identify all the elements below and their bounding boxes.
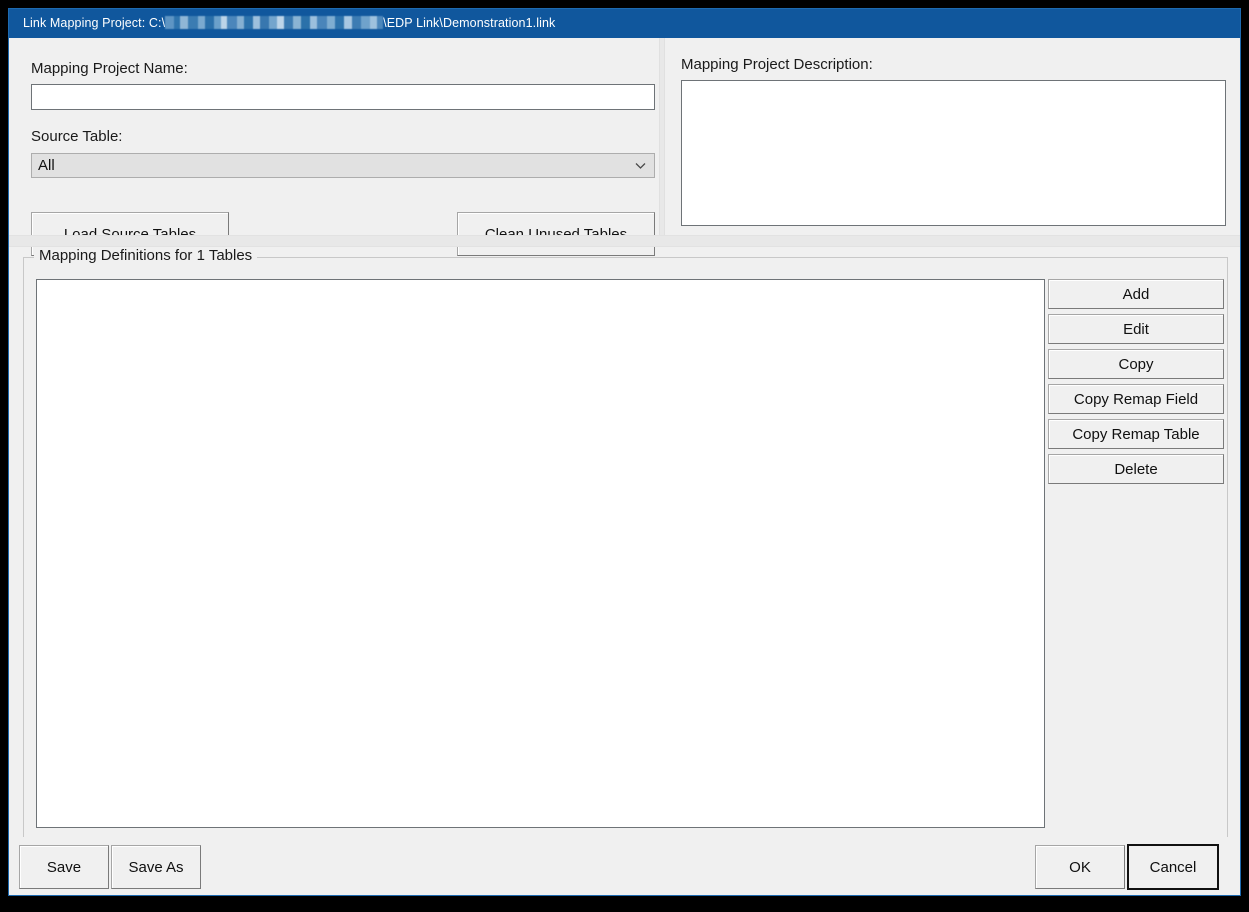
mapping-actions-toolbar: Add Edit Copy Copy Remap Field Copy Rema… [1048, 279, 1224, 489]
application-window: Link Mapping Project: C:\ \EDP Link\Demon… [8, 8, 1241, 896]
ok-button[interactable]: OK [1035, 845, 1125, 889]
dialog-button-bar: Save Save As OK Cancel [9, 837, 1240, 895]
add-button[interactable]: Add [1048, 279, 1224, 309]
save-as-button[interactable]: Save As [111, 845, 201, 889]
chevron-down-icon [626, 162, 654, 170]
project-description-panel: Mapping Project Description: [665, 38, 1234, 235]
window-title-prefix: Link Mapping Project: C:\ [23, 16, 166, 30]
redacted-path-segment [165, 16, 384, 29]
clean-unused-tables-button[interactable]: Clean Unused Tables [457, 212, 655, 256]
cancel-button[interactable]: Cancel [1127, 844, 1219, 890]
window-title: Link Mapping Project: C:\ \EDP Link\Demon… [23, 9, 555, 38]
project-description-label: Mapping Project Description: [681, 56, 873, 73]
project-details-panel: Mapping Project Name: Source Table: All … [15, 38, 659, 256]
top-split-container: Mapping Project Name: Source Table: All … [9, 38, 1240, 256]
save-button[interactable]: Save [19, 845, 109, 889]
mapping-definitions-title: Mapping Definitions for 1 Tables [34, 247, 258, 264]
edit-button[interactable]: Edit [1048, 314, 1224, 344]
source-table-selected-value: All [38, 157, 55, 174]
project-name-label: Mapping Project Name: [31, 60, 188, 77]
project-description-textarea[interactable] [681, 80, 1226, 226]
source-table-label: Source Table: [31, 128, 123, 145]
delete-button[interactable]: Delete [1048, 454, 1224, 484]
source-table-select[interactable]: All [31, 153, 655, 178]
copy-remap-field-button[interactable]: Copy Remap Field [1048, 384, 1224, 414]
mapping-definitions-group: Mapping Definitions for 1 Tables Add Edi… [23, 247, 1228, 839]
copy-remap-table-button[interactable]: Copy Remap Table [1048, 419, 1224, 449]
copy-button[interactable]: Copy [1048, 349, 1224, 379]
window-title-suffix: \EDP Link\Demonstration1.link [383, 16, 556, 30]
mapping-definitions-list[interactable] [36, 279, 1045, 828]
horizontal-splitter[interactable] [9, 235, 1240, 247]
project-name-input[interactable] [31, 84, 655, 110]
title-bar[interactable]: Link Mapping Project: C:\ \EDP Link\Demon… [9, 9, 1240, 38]
